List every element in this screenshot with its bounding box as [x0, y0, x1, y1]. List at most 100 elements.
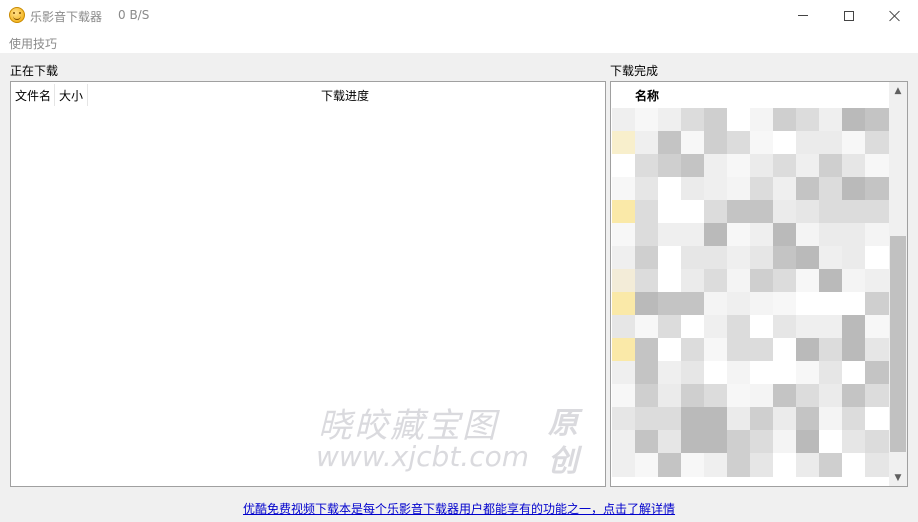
mosaic-cell: [750, 407, 774, 431]
mosaic-cell: [681, 177, 705, 201]
mosaic-cell: [681, 154, 705, 178]
mosaic-cell: [704, 453, 728, 477]
mosaic-cell: [842, 131, 866, 155]
mosaic-cell: [842, 246, 866, 270]
title-bar: 乐影音下载器 0 B/S: [0, 0, 918, 31]
mosaic-cell: [773, 292, 797, 316]
mosaic-cell: [865, 292, 889, 316]
column-filename[interactable]: 文件名: [15, 87, 51, 104]
smiley-app-icon: [9, 7, 25, 23]
footer-info-link[interactable]: 优酷免费视频下载本是每个乐影音下载器用户都能享有的功能之一，点击了解详情: [243, 500, 675, 517]
mosaic-cell: [635, 269, 659, 293]
mosaic-cell: [750, 108, 774, 132]
mosaic-cell: [796, 407, 820, 431]
mosaic-cell: [612, 430, 636, 454]
mosaic-cell: [796, 292, 820, 316]
scroll-down-icon[interactable]: ▼: [889, 469, 907, 486]
mosaic-cell: [773, 338, 797, 362]
mosaic-cell: [612, 108, 636, 132]
mosaic-cell: [681, 338, 705, 362]
mosaic-cell: [612, 384, 636, 408]
mosaic-cell: [635, 361, 659, 385]
close-button[interactable]: [872, 0, 918, 31]
mosaic-cell: [704, 200, 728, 224]
mosaic-cell: [681, 131, 705, 155]
column-divider[interactable]: [87, 84, 88, 106]
mosaic-cell: [681, 384, 705, 408]
download-speed: 0 B/S: [118, 8, 150, 22]
mosaic-cell: [727, 407, 751, 431]
mosaic-cell: [727, 108, 751, 132]
mosaic-cell: [819, 361, 843, 385]
mosaic-cell: [773, 453, 797, 477]
vertical-scrollbar[interactable]: ▲ ▼: [889, 82, 907, 486]
completed-list[interactable]: 名称 ▲ ▼: [610, 81, 908, 487]
mosaic-cell: [842, 223, 866, 247]
scroll-thumb[interactable]: [890, 236, 906, 452]
mosaic-cell: [612, 361, 636, 385]
mosaic-cell: [727, 292, 751, 316]
mosaic-cell: [704, 407, 728, 431]
column-divider[interactable]: [54, 84, 55, 106]
mosaic-cell: [750, 292, 774, 316]
scroll-up-icon[interactable]: ▲: [889, 82, 907, 99]
downloading-list[interactable]: 文件名 大小 下载进度: [10, 81, 606, 487]
mosaic-cell: [658, 223, 682, 247]
mosaic-cell: [727, 154, 751, 178]
mosaic-cell: [865, 223, 889, 247]
mosaic-cell: [750, 315, 774, 339]
mosaic-cell: [681, 315, 705, 339]
mosaic-cell: [842, 407, 866, 431]
maximize-icon: [844, 10, 854, 21]
mosaic-cell: [750, 177, 774, 201]
mosaic-cell: [704, 384, 728, 408]
mosaic-cell: [612, 407, 636, 431]
mosaic-cell: [750, 131, 774, 155]
mosaic-cell: [819, 453, 843, 477]
menu-item-tips[interactable]: 使用技巧: [9, 35, 57, 52]
watermark-url: www.xjcbt.com: [316, 440, 530, 473]
mosaic-cell: [773, 430, 797, 454]
mosaic-cell: [796, 430, 820, 454]
minimize-icon: [798, 15, 808, 16]
mosaic-cell: [635, 177, 659, 201]
column-size[interactable]: 大小: [59, 87, 83, 104]
mosaic-cell: [796, 131, 820, 155]
mosaic-cell: [635, 384, 659, 408]
mosaic-cell: [658, 315, 682, 339]
mosaic-cell: [819, 407, 843, 431]
mosaic-cell: [773, 177, 797, 201]
mosaic-cell: [681, 430, 705, 454]
mosaic-cell: [773, 246, 797, 270]
mosaic-cell: [658, 453, 682, 477]
mosaic-cell: [658, 177, 682, 201]
mosaic-cell: [612, 200, 636, 224]
mosaic-cell: [773, 131, 797, 155]
mosaic-cell: [658, 430, 682, 454]
mosaic-cell: [727, 453, 751, 477]
minimize-button[interactable]: [780, 0, 826, 31]
mosaic-cell: [704, 108, 728, 132]
pixelated-file-list: [612, 108, 889, 486]
mosaic-cell: [704, 361, 728, 385]
mosaic-cell: [750, 269, 774, 293]
mosaic-cell: [681, 361, 705, 385]
mosaic-cell: [750, 223, 774, 247]
mosaic-cell: [635, 338, 659, 362]
mosaic-cell: [865, 269, 889, 293]
mosaic-cell: [727, 430, 751, 454]
column-progress[interactable]: 下载进度: [321, 87, 369, 104]
mosaic-cell: [658, 200, 682, 224]
mosaic-cell: [635, 131, 659, 155]
mosaic-cell: [819, 177, 843, 201]
mosaic-cell: [658, 108, 682, 132]
maximize-button[interactable]: [826, 0, 872, 31]
mosaic-cell: [865, 200, 889, 224]
mosaic-cell: [612, 131, 636, 155]
column-name[interactable]: 名称: [635, 87, 659, 104]
mosaic-cell: [842, 154, 866, 178]
mosaic-cell: [796, 361, 820, 385]
mosaic-cell: [819, 430, 843, 454]
mosaic-cell: [773, 407, 797, 431]
mosaic-cell: [842, 177, 866, 201]
